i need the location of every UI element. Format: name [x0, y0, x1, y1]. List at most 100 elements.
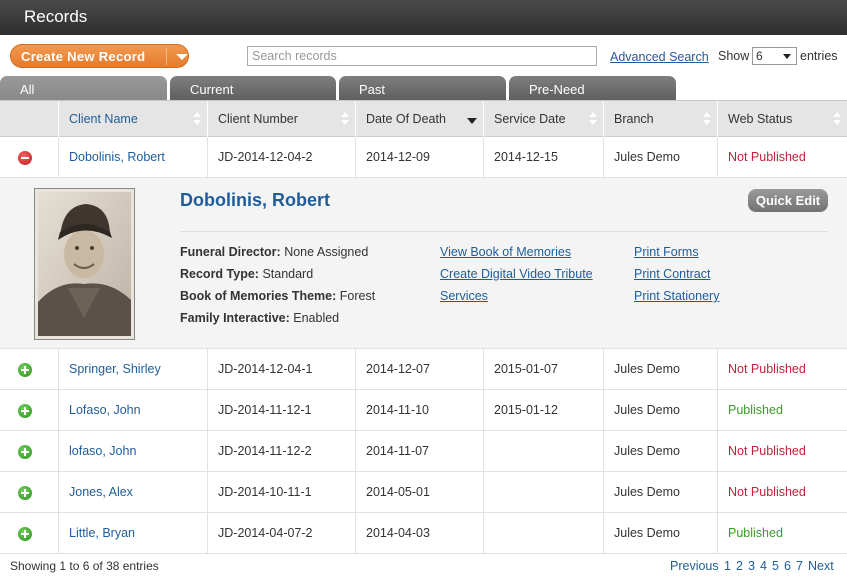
field-value: Standard	[262, 267, 314, 281]
collapse-icon[interactable]	[18, 151, 32, 165]
web-status: Not Published	[717, 137, 847, 178]
quick-edit-button[interactable]: Quick Edit	[748, 189, 828, 212]
client-name-link[interactable]: lofaso, John	[58, 431, 207, 472]
header-branch[interactable]: Branch	[603, 101, 717, 137]
client-name-link[interactable]: Springer, Shirley	[58, 349, 207, 390]
table-row[interactable]: Jones, Alex JD-2014-10-11-1 2014-05-01 J…	[0, 472, 847, 513]
expand-cell[interactable]	[0, 431, 58, 472]
view-book-of-memories-link[interactable]: View Book of Memories	[440, 245, 571, 259]
client-name-link[interactable]: Little, Bryan	[58, 513, 207, 554]
table-info: Showing 1 to 6 of 38 entries	[10, 559, 159, 573]
expand-icon[interactable]	[18, 363, 32, 377]
header-client-number[interactable]: Client Number	[207, 101, 355, 137]
header-date-of-death[interactable]: Date Of Death	[355, 101, 483, 137]
services-link[interactable]: Services	[440, 289, 488, 303]
tab-past[interactable]: Past	[339, 76, 506, 101]
client-name-link[interactable]: Lofaso, John	[58, 390, 207, 431]
page-link-5[interactable]: 5	[772, 559, 779, 573]
tab-pre-need[interactable]: Pre-Need	[509, 76, 676, 101]
header-label: Branch	[614, 112, 654, 126]
select-arrow-icon	[783, 54, 791, 59]
create-new-record-button[interactable]: Create New Record	[10, 44, 189, 68]
expand-cell[interactable]	[0, 472, 58, 513]
date-of-death: 2014-05-01	[355, 472, 483, 513]
client-number: JD-2014-11-12-1	[207, 390, 355, 431]
date-of-death: 2014-12-09	[355, 137, 483, 178]
detail-divider	[180, 231, 828, 232]
service-date	[483, 431, 603, 472]
tab-all[interactable]: All	[0, 76, 167, 101]
sort-icon	[589, 112, 597, 126]
entries-per-page-value: 6	[756, 49, 763, 63]
branch: Jules Demo	[603, 349, 717, 390]
header-label: Client Name	[69, 112, 138, 126]
field-value: Enabled	[293, 311, 340, 325]
page-link-1[interactable]: 1	[724, 559, 731, 573]
header-label: Web Status	[728, 112, 793, 126]
client-number: JD-2014-12-04-2	[207, 137, 355, 178]
header-service-date[interactable]: Service Date	[483, 101, 603, 137]
print-contract-link[interactable]: Print Contract	[634, 267, 710, 281]
tab-current[interactable]: Current	[170, 76, 336, 101]
expand-icon[interactable]	[18, 527, 32, 541]
print-forms-link[interactable]: Print Forms	[634, 245, 699, 259]
page-link-6[interactable]: 6	[784, 559, 791, 573]
table-row[interactable]: Dobolinis, Robert JD-2014-12-04-2 2014-1…	[0, 137, 847, 178]
client-photo	[34, 188, 135, 340]
entries-label: entries	[800, 49, 838, 63]
next-page-link[interactable]: Next	[808, 559, 834, 573]
date-of-death: 2014-12-07	[355, 349, 483, 390]
branch: Jules Demo	[603, 513, 717, 554]
entries-per-page-select[interactable]: 6	[752, 47, 797, 65]
print-stationery-link[interactable]: Print Stationery	[634, 289, 719, 303]
record-detail-panel: Dobolinis, Robert Quick Edit Funeral Dir…	[0, 178, 847, 349]
book-of-memories-theme-field: Book of Memories Theme: Forest	[180, 289, 375, 303]
tab-label: Pre-Need	[529, 82, 585, 97]
table-row[interactable]: lofaso, John JD-2014-11-12-2 2014-11-07 …	[0, 431, 847, 472]
tab-label: Past	[359, 82, 386, 97]
table-row[interactable]: Little, Bryan JD-2014-04-07-2 2014-04-03…	[0, 513, 847, 554]
detail-client-name[interactable]: Dobolinis, Robert	[180, 190, 330, 211]
web-status: Not Published	[717, 349, 847, 390]
client-name-link[interactable]: Dobolinis, Robert	[58, 137, 207, 178]
page-link-2[interactable]: 2	[736, 559, 743, 573]
sort-descending-icon	[467, 118, 477, 124]
date-of-death: 2014-04-03	[355, 513, 483, 554]
chevron-down-icon[interactable]	[176, 54, 188, 60]
expand-cell[interactable]	[0, 349, 58, 390]
header-label: Service Date	[494, 112, 566, 126]
advanced-search-link[interactable]: Advanced Search	[610, 50, 709, 64]
header-label: Client Number	[218, 112, 298, 126]
expand-cell[interactable]	[0, 137, 58, 178]
top-bar: Records	[0, 0, 847, 35]
header-web-status[interactable]: Web Status	[717, 101, 847, 137]
tab-label: All	[20, 82, 35, 97]
record-type-field: Record Type: Standard	[180, 267, 313, 281]
previous-page-link[interactable]: Previous	[670, 559, 719, 573]
expand-icon[interactable]	[18, 445, 32, 459]
expand-cell[interactable]	[0, 513, 58, 554]
client-name-link[interactable]: Jones, Alex	[58, 472, 207, 513]
expand-cell[interactable]	[0, 390, 58, 431]
web-status: Not Published	[717, 431, 847, 472]
field-value: None Assigned	[284, 245, 369, 259]
branch: Jules Demo	[603, 431, 717, 472]
header-label: Date Of Death	[366, 112, 446, 126]
expand-icon[interactable]	[18, 404, 32, 418]
page-link-7[interactable]: 7	[796, 559, 803, 573]
page-link-3[interactable]: 3	[748, 559, 755, 573]
header-client-name[interactable]: Client Name	[58, 101, 207, 137]
search-input[interactable]	[247, 46, 597, 66]
sort-icon	[833, 112, 841, 126]
create-digital-video-tribute-link[interactable]: Create Digital Video Tribute	[440, 267, 593, 281]
table-row[interactable]: Springer, Shirley JD-2014-12-04-1 2014-1…	[0, 349, 847, 390]
page-link-4[interactable]: 4	[760, 559, 767, 573]
tab-label: Current	[190, 82, 234, 97]
client-number: JD-2014-10-11-1	[207, 472, 355, 513]
expand-icon[interactable]	[18, 486, 32, 500]
table-row[interactable]: Lofaso, John JD-2014-11-12-1 2014-11-10 …	[0, 390, 847, 431]
create-new-record-label: Create New Record	[21, 49, 146, 64]
service-date: 2015-01-12	[483, 390, 603, 431]
field-label: Funeral Director:	[180, 245, 281, 259]
branch: Jules Demo	[603, 472, 717, 513]
